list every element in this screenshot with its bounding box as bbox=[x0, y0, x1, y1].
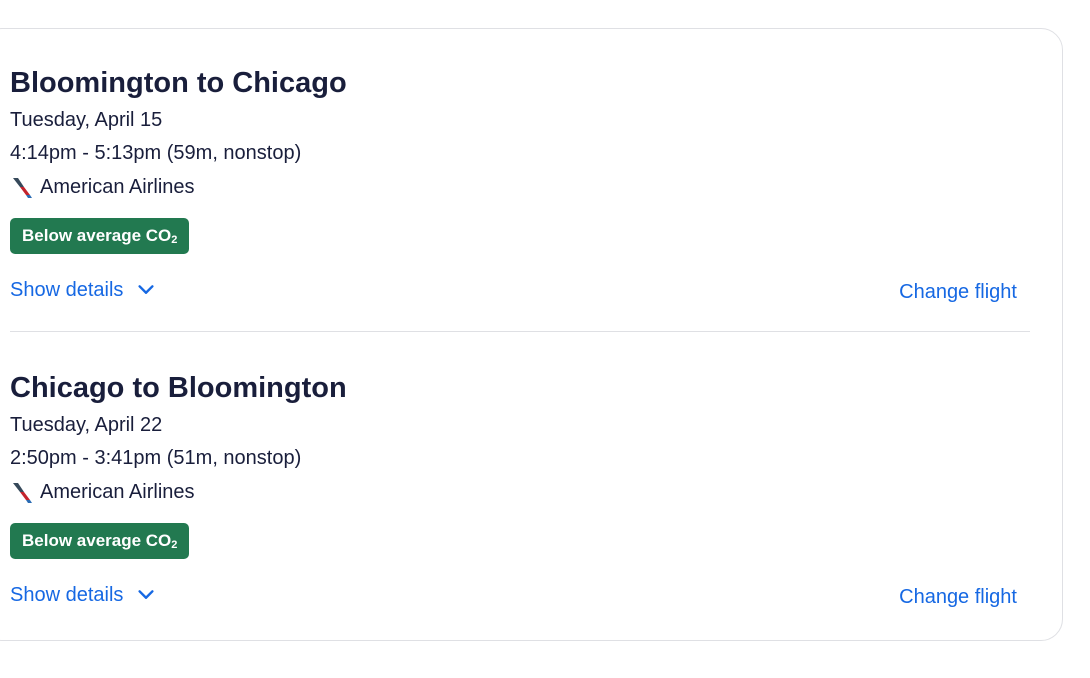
co2-badge-subscript: 2 bbox=[171, 539, 178, 551]
show-details-label: Show details bbox=[10, 583, 124, 606]
change-flight-link[interactable]: Change flight bbox=[899, 585, 1017, 609]
airline-row: American Airlines bbox=[10, 175, 195, 199]
leg-date: Tuesday, April 15 bbox=[10, 109, 163, 131]
american-airlines-logo-icon bbox=[13, 178, 32, 198]
co2-badge-text: Below average CO bbox=[22, 531, 172, 550]
co2-badge-subscript: 2 bbox=[171, 234, 178, 246]
chevron-down-icon bbox=[138, 285, 155, 294]
leg-title: Bloomington to Chicago bbox=[10, 67, 347, 99]
show-details-label: Show details bbox=[10, 278, 124, 301]
co2-badge: Below average CO2 bbox=[10, 218, 190, 254]
show-details-button[interactable]: Show details bbox=[10, 277, 157, 303]
chevron-down-icon bbox=[138, 590, 155, 599]
airline-name: American Airlines bbox=[40, 176, 195, 198]
airline-name: American Airlines bbox=[40, 481, 195, 503]
leg-times: 4:14pm - 5:13pm (59m, nonstop) bbox=[10, 142, 302, 164]
leg-times: 2:50pm - 3:41pm (51m, nonstop) bbox=[10, 447, 302, 469]
change-flight-link[interactable]: Change flight bbox=[899, 280, 1017, 304]
leg-date: Tuesday, April 22 bbox=[10, 414, 163, 436]
co2-badge-text: Below average CO bbox=[22, 226, 172, 245]
airline-row: American Airlines bbox=[10, 480, 195, 504]
co2-badge: Below average CO2 bbox=[10, 523, 190, 559]
leg-title: Chicago to Bloomington bbox=[10, 372, 347, 404]
show-details-button[interactable]: Show details bbox=[10, 582, 157, 608]
divider bbox=[10, 331, 1030, 332]
american-airlines-logo-icon bbox=[13, 483, 32, 503]
